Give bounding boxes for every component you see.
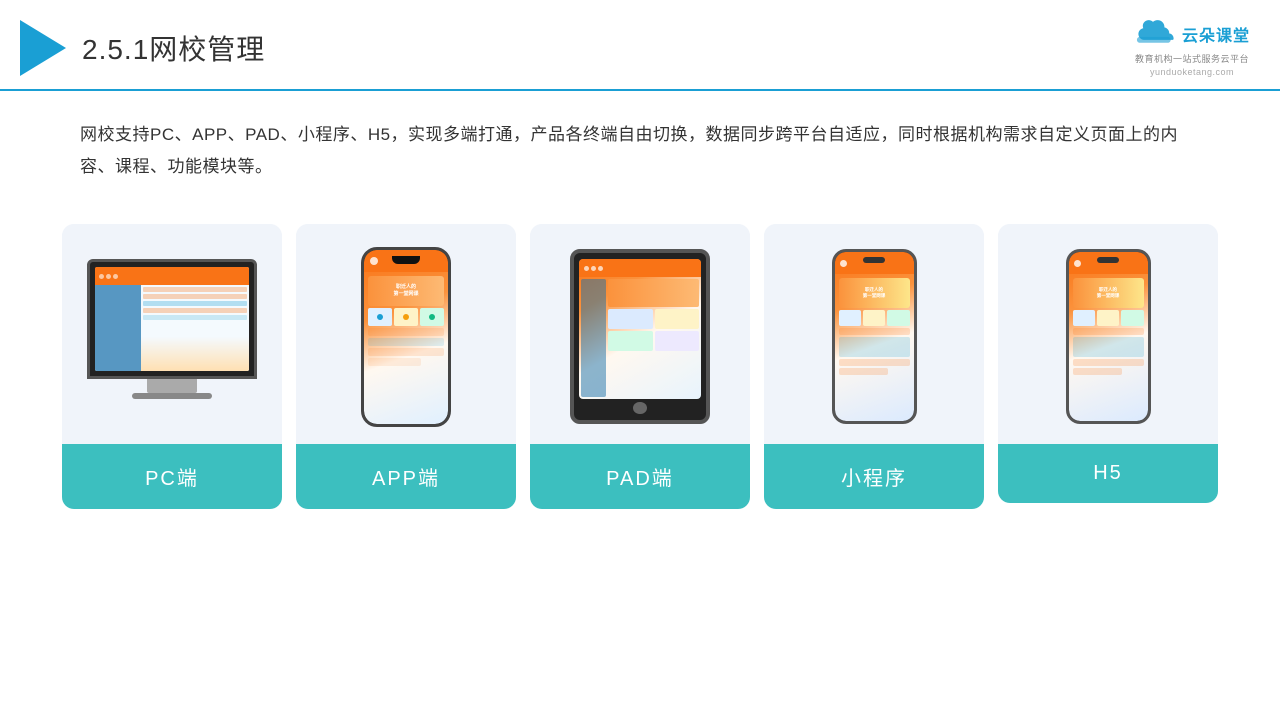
tablet-screen: [579, 259, 701, 398]
description-text: 网校支持PC、APP、PAD、小程序、H5，实现多端打通，产品各终端自由切换，数…: [0, 91, 1280, 194]
logo-domain: yunduoketang.com: [1150, 67, 1234, 77]
card-pad-label: PAD端: [530, 444, 750, 509]
miniphone-screen-2: 职迁人的第一堂网课: [1069, 252, 1148, 421]
title-prefix: 2.5.1: [82, 34, 149, 65]
logo-tagline: 教育机构一站式服务云平台: [1135, 52, 1249, 65]
card-pc: PC端: [62, 224, 282, 509]
description-content: 网校支持PC、APP、PAD、小程序、H5，实现多端打通，产品各终端自由切换，数…: [80, 125, 1178, 176]
tablet-mockup: [570, 249, 710, 424]
monitor-screen-outer: [87, 259, 257, 379]
card-pad-image: [530, 224, 750, 444]
card-app: 职迁人的第一堂网课: [296, 224, 516, 509]
card-h5: 职迁人的第一堂网课: [998, 224, 1218, 503]
play-icon: [20, 20, 66, 76]
card-h5-label: H5: [998, 444, 1218, 503]
miniphone-mockup-1: 职迁人的第一堂网课: [832, 249, 917, 424]
card-pad: PAD端: [530, 224, 750, 509]
miniphone-screen-1: 职迁人的第一堂网课: [835, 252, 914, 421]
cloud-icon: [1134, 18, 1178, 50]
card-miniprogram-label: 小程序: [764, 444, 984, 509]
monitor-screen-top: [95, 267, 249, 285]
page-title: 2.5.1网校管理: [82, 28, 265, 68]
card-miniprogram-image: 职迁人的第一堂网课: [764, 224, 984, 444]
card-pc-label: PC端: [62, 444, 282, 509]
card-app-label: APP端: [296, 444, 516, 509]
page-header: 2.5.1网校管理 云朵课堂 教育机构一站式服务云平台 yunduoketang…: [0, 0, 1280, 91]
phone-mockup-app: 职迁人的第一堂网课: [361, 247, 451, 427]
logo-cloud: 云朵课堂: [1134, 18, 1250, 50]
logo-brand: 云朵课堂: [1182, 22, 1250, 46]
logo-area: 云朵课堂 教育机构一站式服务云平台 yunduoketang.com: [1134, 18, 1250, 77]
card-miniprogram: 职迁人的第一堂网课: [764, 224, 984, 509]
header-left: 2.5.1网校管理: [20, 20, 265, 76]
cards-container: PC端 职迁人的第一堂网课: [0, 194, 1280, 509]
monitor-screen: [95, 267, 249, 371]
miniphone-mockup-2: 职迁人的第一堂网课: [1066, 249, 1151, 424]
title-main: 网校管理: [149, 34, 265, 65]
card-app-image: 职迁人的第一堂网课: [296, 224, 516, 444]
monitor-mockup: [87, 259, 257, 414]
card-pc-image: [62, 224, 282, 444]
card-h5-image: 职迁人的第一堂网课: [998, 224, 1218, 444]
phone-screen-app: 职迁人的第一堂网课: [364, 250, 448, 424]
